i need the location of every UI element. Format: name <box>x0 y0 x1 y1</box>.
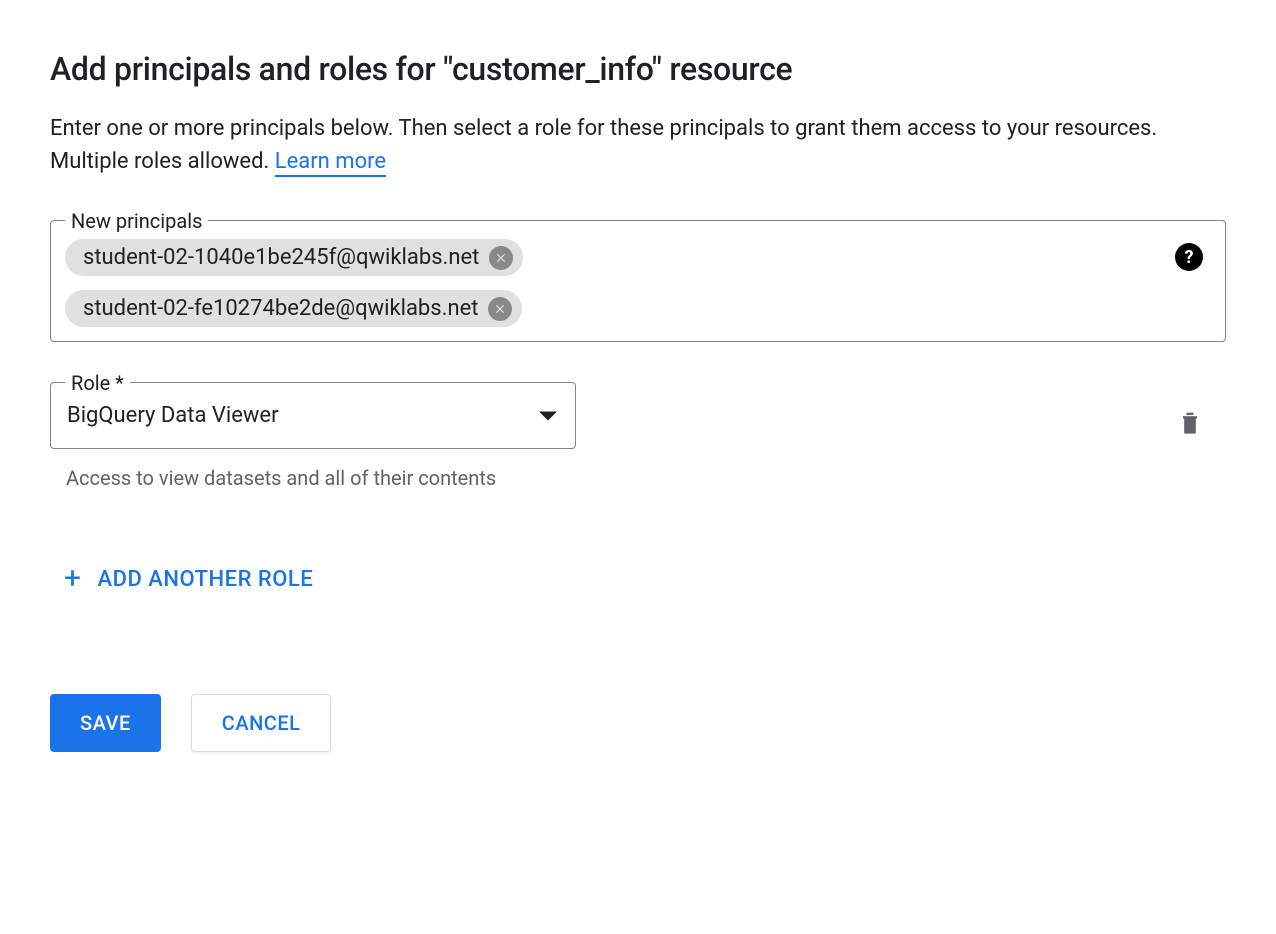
remove-chip-icon[interactable] <box>488 297 512 321</box>
page-description: Enter one or more principals below. Then… <box>50 112 1226 178</box>
plus-icon: + <box>64 564 82 594</box>
save-button[interactable]: SAVE <box>50 694 161 752</box>
principal-chip: student-02-1040e1be245f@qwiklabs.net <box>65 239 523 276</box>
principal-chip: student-02-fe10274be2de@qwiklabs.net <box>65 290 522 327</box>
role-select-value: BigQuery Data Viewer <box>67 403 279 428</box>
chevron-down-icon <box>539 411 557 420</box>
add-role-label: ADD ANOTHER ROLE <box>98 567 314 592</box>
role-row: Role * BigQuery Data Viewer <box>50 382 1226 449</box>
role-select-label: Role * <box>65 371 130 395</box>
new-principals-field[interactable]: New principals student-02-1040e1be245f@q… <box>50 220 1226 342</box>
remove-chip-icon[interactable] <box>489 246 513 270</box>
delete-role-button[interactable] <box>1176 406 1204 442</box>
action-buttons-row: SAVE CANCEL <box>50 694 1226 752</box>
principal-chip-text: student-02-fe10274be2de@qwiklabs.net <box>83 296 478 321</box>
cancel-button[interactable]: CANCEL <box>191 694 332 752</box>
description-text: Enter one or more principals below. Then… <box>50 116 1157 174</box>
help-icon[interactable]: ? <box>1175 243 1203 271</box>
learn-more-link[interactable]: Learn more <box>275 149 386 177</box>
role-select-container: Role * BigQuery Data Viewer <box>50 382 576 449</box>
add-another-role-button[interactable]: + ADD ANOTHER ROLE <box>64 564 313 594</box>
role-select[interactable]: Role * BigQuery Data Viewer <box>50 382 576 449</box>
role-description: Access to view datasets and all of their… <box>66 463 556 494</box>
new-principals-label: New principals <box>65 209 208 233</box>
principal-chip-text: student-02-1040e1be245f@qwiklabs.net <box>83 245 479 270</box>
principals-chips-wrapper: student-02-1040e1be245f@qwiklabs.net stu… <box>65 239 1211 327</box>
page-title: Add principals and roles for "customer_i… <box>50 50 1226 88</box>
